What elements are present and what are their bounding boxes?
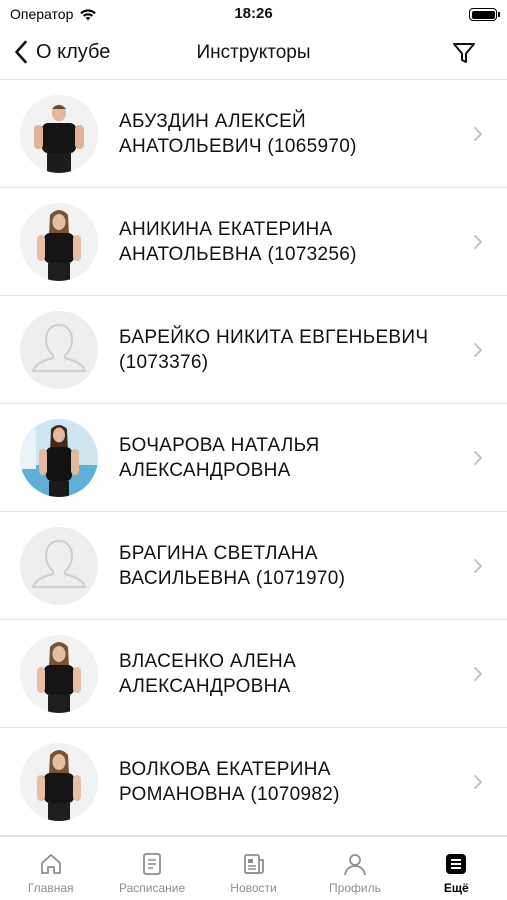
tab-more[interactable]: Ещё: [406, 837, 507, 900]
chevron-right-icon: [474, 451, 482, 465]
tab-label: Новости: [230, 881, 277, 895]
avatar: [20, 635, 98, 713]
chevron-right-icon: [474, 235, 482, 249]
chevron-right-icon: [474, 775, 482, 789]
profile-icon: [344, 854, 366, 876]
tab-bar: Главная Расписание Новости Профиль Ещё: [0, 836, 507, 900]
chevron-right-icon: [474, 343, 482, 357]
news-icon: [243, 854, 264, 874]
instructor-row[interactable]: ВЛАСЕНКО АЛЕНА АЛЕКСАНДРОВНА: [0, 620, 507, 728]
tab-news[interactable]: Новости: [203, 837, 304, 900]
back-button[interactable]: О клубе: [14, 40, 110, 64]
nav-bar: О клубе Инструкторы: [0, 28, 507, 80]
instructor-name: БОЧАРОВА НАТАЛЬЯ АЛЕКСАНДРОВНА: [119, 434, 320, 481]
back-label: О клубе: [36, 40, 111, 63]
person-placeholder-icon: [20, 527, 98, 605]
instructor-name: АНИКИНА ЕКАТЕРИНА АНАТОЛЬЕВНА (1073256): [119, 218, 357, 265]
instructor-name: БАРЕЙКО НИКИТА ЕВГЕНЬЕВИЧ (1073376): [119, 326, 429, 373]
home-icon: [40, 854, 61, 874]
instructor-row[interactable]: АНИКИНА ЕКАТЕРИНА АНАТОЛЬЕВНА (1073256): [0, 188, 507, 296]
tab-label: Главная: [27, 881, 74, 895]
instructors-list: АБУЗДИН АЛЕКСЕЙ АНАТОЛЬЕВИЧ (1065970) АН…: [0, 80, 507, 836]
chevron-right-icon: [474, 127, 482, 141]
instructor-name: АБУЗДИН АЛЕКСЕЙ АНАТОЛЬЕВИЧ (1065970): [119, 110, 357, 157]
instructor-photo: [20, 203, 98, 281]
tab-schedule[interactable]: Расписание: [101, 837, 202, 900]
chevron-right-icon: [474, 559, 482, 573]
tab-profile[interactable]: Профиль: [304, 837, 405, 900]
filter-button[interactable]: [451, 40, 477, 66]
person-placeholder-icon: [20, 311, 98, 389]
instructor-photo: [20, 95, 98, 173]
instructor-photo: [20, 743, 98, 821]
tab-label: Ещё: [443, 881, 469, 895]
avatar: [20, 419, 98, 497]
instructor-name: БРАГИНА СВЕТЛАНА ВАСИЛЬЕВНА (1071970): [119, 542, 346, 589]
status-time: 18:26: [234, 5, 273, 22]
instructor-row[interactable]: БАРЕЙКО НИКИТА ЕВГЕНЬЕВИЧ (1073376): [0, 296, 507, 404]
instructor-name: ВОЛКОВА ЕКАТЕРИНА РОМАНОВНА (1070982): [119, 758, 340, 805]
chevron-right-icon: [474, 667, 482, 681]
tab-label: Расписание: [119, 881, 186, 895]
instructor-photo: [20, 635, 98, 713]
instructor-row[interactable]: БОЧАРОВА НАТАЛЬЯ АЛЕКСАНДРОВНА: [0, 404, 507, 512]
avatar: [20, 743, 98, 821]
avatar: [20, 203, 98, 281]
filter-icon: [453, 43, 475, 63]
instructor-row[interactable]: ВОЛКОВА ЕКАТЕРИНА РОМАНОВНА (1070982): [0, 728, 507, 836]
instructor-name: ВЛАСЕНКО АЛЕНА АЛЕКСАНДРОВНА: [119, 650, 297, 697]
avatar: [20, 95, 98, 173]
status-bar: Оператор 18:26: [0, 0, 507, 28]
schedule-icon: [143, 853, 162, 875]
instructor-row[interactable]: БРАГИНА СВЕТЛАНА ВАСИЛЬЕВНА (1071970): [0, 512, 507, 620]
instructor-row[interactable]: АБУЗДИН АЛЕКСЕЙ АНАТОЛЬЕВИЧ (1065970): [0, 80, 507, 188]
more-icon: [446, 854, 467, 874]
instructor-photo: [20, 419, 98, 497]
tab-home[interactable]: Главная: [0, 837, 101, 900]
avatar: [20, 311, 98, 389]
avatar: [20, 527, 98, 605]
tab-label: Профиль: [329, 881, 381, 895]
battery-icon: [469, 8, 500, 21]
chevron-left-icon: [15, 40, 27, 64]
